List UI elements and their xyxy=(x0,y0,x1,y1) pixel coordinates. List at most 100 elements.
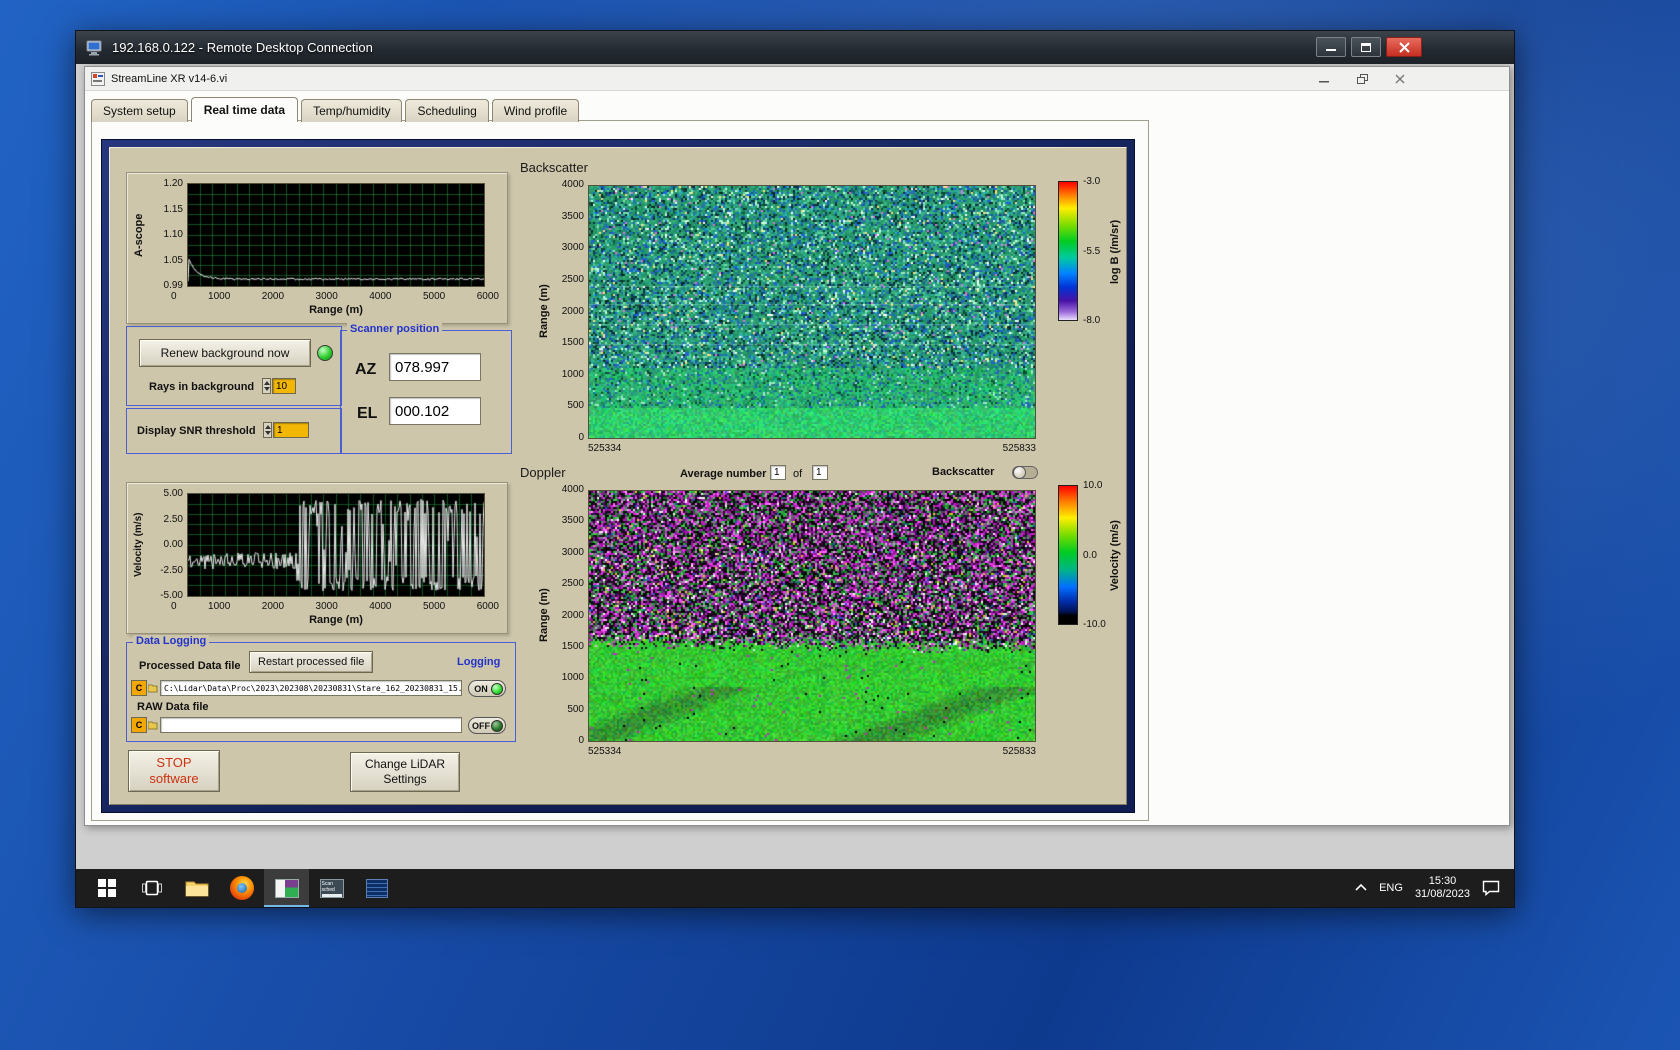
restart-processed-file-button[interactable]: Restart processed file xyxy=(249,651,373,673)
taskbar: Scan sched ENG 15:30 31/08/2023 xyxy=(76,869,1514,907)
tick-label: 0 xyxy=(578,735,584,746)
renew-background-button[interactable]: Renew background now xyxy=(139,339,311,367)
file-explorer-icon[interactable] xyxy=(174,869,219,907)
tick-label: -2.50 xyxy=(160,565,183,576)
real-time-data-page: A-scope 1.20 1.15 1.10 1.05 0.99 0 1000 2000 30… xyxy=(91,120,1149,821)
average-of-label: of xyxy=(793,468,802,480)
hidden-icons-chevron[interactable] xyxy=(1355,884,1367,892)
snr-spinner[interactable] xyxy=(263,422,272,438)
task-view-icon xyxy=(142,879,162,897)
app-restore-button[interactable] xyxy=(1348,70,1376,88)
close-icon xyxy=(1399,42,1410,53)
ascope-y-ticks: 1.20 1.15 1.10 1.05 0.99 xyxy=(149,178,183,291)
rdp-titlebar[interactable]: 192.168.0.122 - Remote Desktop Connectio… xyxy=(76,31,1514,64)
raw-data-file-label: RAW Data file xyxy=(137,701,209,713)
tick-label: 1500 xyxy=(562,337,584,348)
language-indicator[interactable]: ENG xyxy=(1379,882,1403,894)
tick-label: 2000 xyxy=(262,291,284,302)
velocity-plot xyxy=(187,493,485,597)
windows-logo-icon xyxy=(98,879,116,897)
average-total-field[interactable]: 1 xyxy=(812,465,828,480)
ascope-panel: A-scope 1.20 1.15 1.10 1.05 0.99 0 1000 2000 30… xyxy=(126,172,508,324)
snr-value-field[interactable]: 1 xyxy=(273,422,309,438)
firefox-icon[interactable] xyxy=(219,869,264,907)
raw-browse-icon[interactable] xyxy=(148,720,158,730)
change-line2: Settings xyxy=(383,772,426,787)
rdp-maximize-button[interactable] xyxy=(1351,37,1381,57)
on-led xyxy=(491,683,503,695)
rdp-close-button[interactable] xyxy=(1386,37,1422,57)
velocity-trace-canvas xyxy=(188,494,484,596)
task-view-button[interactable] xyxy=(129,869,174,907)
ascope-x-axis-title: Range (m) xyxy=(187,304,485,316)
tick-label: 1000 xyxy=(208,601,230,612)
processed-browse-icon[interactable] xyxy=(148,683,158,693)
tick-label: 1.10 xyxy=(164,229,183,240)
backscatter-toggle-label: Backscatter xyxy=(932,466,994,478)
off-led xyxy=(491,720,503,732)
scan-scheduler-icon[interactable]: Scan sched xyxy=(309,869,354,907)
average-number-field[interactable]: 1 xyxy=(770,465,786,480)
taskbar-clock[interactable]: 15:30 31/08/2023 xyxy=(1415,875,1470,901)
firefox-logo xyxy=(230,876,254,900)
app-window: StreamLine XR v14-6.vi System setup Real… xyxy=(84,66,1510,826)
ascope-plot xyxy=(187,183,485,287)
tick-label: -8.0 xyxy=(1083,315,1100,326)
rdp-window: 192.168.0.122 - Remote Desktop Connectio… xyxy=(75,30,1515,908)
folder-icon xyxy=(185,878,209,898)
taskbar-date: 31/08/2023 xyxy=(1415,888,1470,901)
el-value-field[interactable]: 000.102 xyxy=(389,397,481,425)
taskbar-time: 15:30 xyxy=(1415,875,1470,888)
raw-drive-selector[interactable]: C xyxy=(131,717,147,733)
screen: { "colors": { "desktop_blue": "#1b55b4",… xyxy=(0,0,1680,1050)
processed-logging-toggle[interactable]: ON xyxy=(468,680,506,697)
tick-label: 3500 xyxy=(562,515,584,526)
tick-label: 0 xyxy=(578,432,584,443)
change-lidar-settings-button[interactable]: Change LiDAR Settings xyxy=(350,752,460,792)
doppler-plot xyxy=(588,490,1036,742)
ascope-y-axis-title: A-scope xyxy=(133,183,145,287)
tick-label: 500 xyxy=(567,400,584,411)
tab-wind-profile[interactable]: Wind profile xyxy=(492,99,579,122)
doppler-x-start: 525334 xyxy=(588,746,621,757)
processed-drive-selector[interactable]: C xyxy=(131,680,147,696)
taskbar-tray: ENG 15:30 31/08/2023 xyxy=(1355,875,1514,901)
tick-label: 2000 xyxy=(562,610,584,621)
stop-software-button[interactable]: STOP software xyxy=(128,750,220,792)
tab-system-setup[interactable]: System setup xyxy=(91,99,188,122)
processed-path-field[interactable]: C:\Lidar\Data\Proc\2023\202308\20230831\… xyxy=(160,680,462,696)
tab-temp-humidity[interactable]: Temp/humidity xyxy=(301,99,402,122)
notifications-icon[interactable] xyxy=(1482,880,1500,896)
raw-logging-toggle[interactable]: OFF xyxy=(468,717,506,734)
terminal-app-icon[interactable] xyxy=(354,869,399,907)
rays-spinner[interactable] xyxy=(262,378,271,394)
tick-label: 0 xyxy=(171,601,177,612)
tab-real-time-data[interactable]: Real time data xyxy=(191,97,298,122)
taskbar-apps: Scan sched xyxy=(76,869,399,907)
background-status-led xyxy=(317,345,333,361)
backscatter-toggle[interactable] xyxy=(1012,466,1038,479)
az-value-field[interactable]: 078.997 xyxy=(389,353,481,381)
rdp-minimize-button[interactable] xyxy=(1316,37,1346,57)
raw-path-field[interactable] xyxy=(160,717,462,733)
tab-scheduling[interactable]: Scheduling xyxy=(405,99,488,122)
app-titlebar[interactable]: StreamLine XR v14-6.vi xyxy=(85,67,1509,91)
backscatter-y-axis-title: Range (m) xyxy=(538,185,550,437)
tick-label: 1.20 xyxy=(164,178,183,189)
minimize-icon xyxy=(1326,43,1336,51)
backscatter-colorbar-ticks: -3.0 -5.5 -8.0 xyxy=(1083,176,1100,326)
app-title: StreamLine XR v14-6.vi xyxy=(111,73,227,85)
tick-label: -5.00 xyxy=(160,590,183,601)
start-button[interactable] xyxy=(84,869,129,907)
app-close-button[interactable] xyxy=(1386,70,1414,88)
tick-label: 2.50 xyxy=(164,514,183,525)
backscatter-colorbar-title: log B (/m/sr) xyxy=(1109,186,1121,318)
rays-value-field[interactable]: 10 xyxy=(272,378,296,394)
active-app-icon[interactable] xyxy=(264,869,309,907)
tick-label: 1000 xyxy=(208,291,230,302)
app-minimize-button[interactable] xyxy=(1310,70,1338,88)
velocity-panel: Velocity (m/s) 5.00 2.50 0.00 -2.50 -5.00 01… xyxy=(126,482,508,634)
ascope-trace-canvas xyxy=(188,184,484,286)
minimize-icon xyxy=(1319,75,1329,83)
streamline-app-thumbnail xyxy=(275,879,299,898)
